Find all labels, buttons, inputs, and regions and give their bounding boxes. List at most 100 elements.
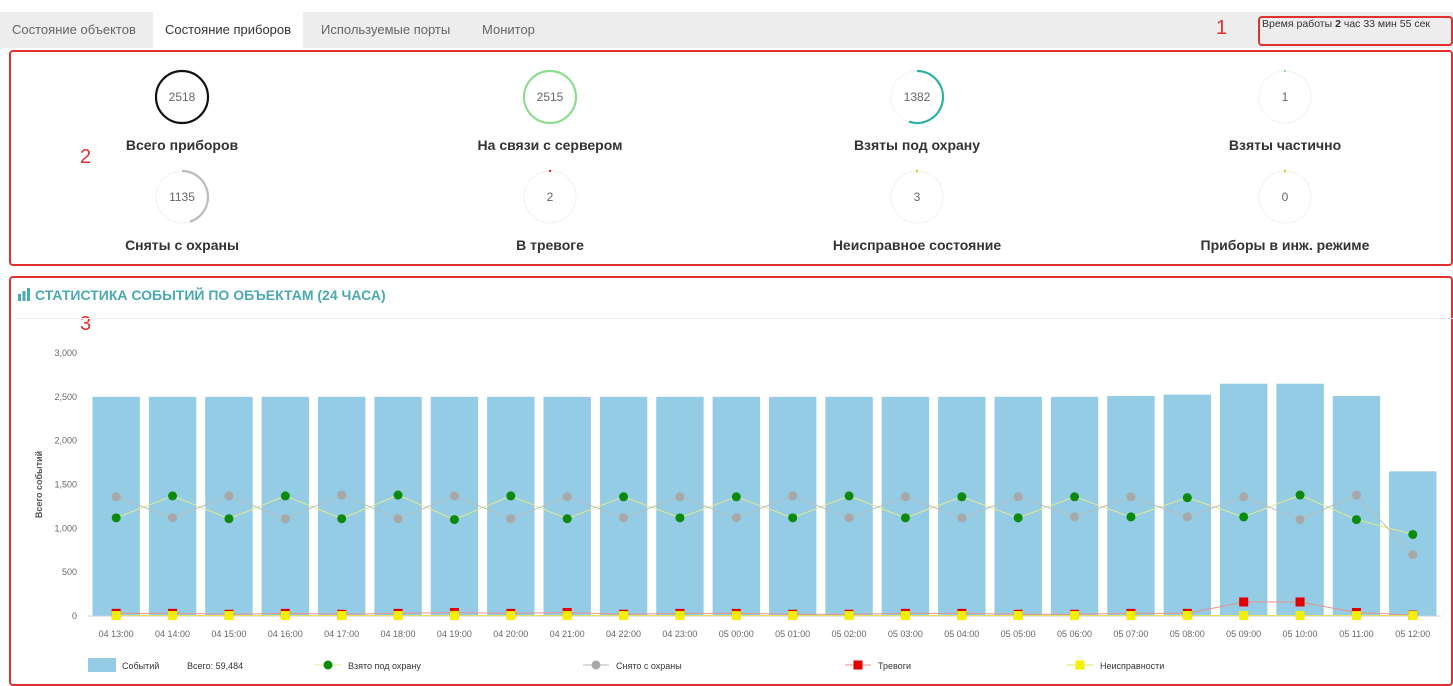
bar xyxy=(599,396,648,616)
bar xyxy=(543,396,591,616)
legend-label: Снято с охраны xyxy=(616,661,682,671)
series-point xyxy=(957,513,967,523)
series-point xyxy=(1070,492,1080,502)
series-point xyxy=(900,513,910,523)
bar xyxy=(1276,383,1324,616)
x-tick-label: 05 00:00 xyxy=(719,629,754,639)
series-point xyxy=(731,492,741,502)
bar xyxy=(1389,471,1437,616)
legend-marker xyxy=(591,660,601,670)
bar xyxy=(148,396,197,616)
series-point xyxy=(280,608,290,618)
series-point xyxy=(111,608,121,618)
series-point xyxy=(675,608,685,618)
series-point xyxy=(168,491,178,501)
series-point xyxy=(1351,515,1361,525)
x-tick-label: 05 10:00 xyxy=(1283,629,1318,639)
tab-monitor[interactable]: Монитор xyxy=(470,12,547,48)
bar xyxy=(656,396,704,616)
x-tick-label: 04 21:00 xyxy=(550,629,585,639)
series-point xyxy=(900,611,910,621)
stat-arc xyxy=(1283,69,1287,73)
tab-used-ports[interactable]: Используемые порты xyxy=(309,12,462,48)
x-tick-label: 05 12:00 xyxy=(1395,629,1430,639)
series-point xyxy=(957,611,967,621)
series-point xyxy=(168,611,178,621)
legend-marker xyxy=(1075,660,1085,670)
y-tick-label: 2,500 xyxy=(54,392,77,402)
bar-chart-icon xyxy=(17,288,32,304)
stat-arc xyxy=(915,169,919,173)
series-point xyxy=(224,514,234,524)
y-tick-label: 0 xyxy=(72,611,77,621)
stat-arc xyxy=(548,169,552,173)
series-point xyxy=(1013,611,1023,621)
divider xyxy=(15,318,1453,319)
stat-label: Сняты с охраны xyxy=(125,237,239,253)
series-point xyxy=(1295,490,1305,500)
chart-title: СТАТИСТИКА СОБЫТИЙ ПО ОБЪЕКТАМ (24 ЧАСА) xyxy=(35,287,386,303)
series-point xyxy=(1126,611,1136,621)
series-point xyxy=(562,611,572,621)
series-point xyxy=(675,513,685,523)
series-point xyxy=(675,492,685,502)
x-tick-label: 04 16:00 xyxy=(268,629,303,639)
stat-label: Неисправное состояние xyxy=(832,237,1002,253)
series-point xyxy=(1126,608,1136,618)
bar xyxy=(487,396,535,616)
x-tick-label: 04 19:00 xyxy=(437,629,472,639)
series-point xyxy=(1295,515,1305,525)
stat-gauge: 2518 xyxy=(154,69,210,125)
series-point xyxy=(1408,610,1418,620)
series-point xyxy=(619,611,629,621)
stat-value: 2 xyxy=(547,190,554,204)
x-tick-label: 04 22:00 xyxy=(606,629,641,639)
series-point xyxy=(280,491,290,501)
stat-gauge: 0 xyxy=(1258,169,1312,224)
stat-gauge: 1135 xyxy=(155,169,210,224)
series-point xyxy=(1013,492,1023,502)
series-point xyxy=(1351,490,1361,500)
stat-value: 1135 xyxy=(169,190,195,204)
series-point xyxy=(449,607,459,617)
series-point xyxy=(111,513,121,523)
x-tick-label: 05 04:00 xyxy=(944,629,979,639)
tab-objects-state[interactable]: Состояние объектов xyxy=(0,12,148,48)
series-point xyxy=(900,608,910,618)
series-point xyxy=(731,611,741,621)
bar xyxy=(1220,383,1268,616)
series-point xyxy=(562,514,572,524)
x-tick-label: 05 08:00 xyxy=(1170,629,1205,639)
tab-devices-state[interactable]: Состояние приборов xyxy=(153,12,304,48)
y-axis-label: Всего событий xyxy=(34,451,44,518)
x-tick-label: 05 11:00 xyxy=(1339,629,1373,639)
series-point xyxy=(337,611,347,621)
legend-label: Тревоги xyxy=(878,661,911,671)
stat-gauge: 2515 xyxy=(522,69,578,125)
series-point xyxy=(619,513,629,523)
series-line xyxy=(116,494,1414,555)
bar xyxy=(261,396,309,616)
bar xyxy=(1332,395,1381,616)
x-tick-label: 05 02:00 xyxy=(832,629,867,639)
legend-marker xyxy=(853,660,863,670)
series-point xyxy=(1239,597,1249,607)
series-point xyxy=(562,607,572,617)
series-point xyxy=(1295,611,1305,621)
uptime-prefix: Время работы xyxy=(1262,18,1333,30)
bar xyxy=(430,396,479,616)
stat-gauge: 3 xyxy=(890,169,944,224)
bar xyxy=(1107,395,1155,616)
series-point xyxy=(1182,493,1192,503)
series-point xyxy=(393,490,403,500)
bar xyxy=(881,396,930,616)
series-point xyxy=(1351,611,1361,621)
series-point xyxy=(788,609,798,619)
series-point xyxy=(1408,529,1418,539)
bar xyxy=(712,396,760,616)
legend-label: Взято под охрану xyxy=(348,661,421,671)
stat-gauge: 2 xyxy=(523,169,577,224)
y-tick-label: 500 xyxy=(62,567,77,577)
series-point xyxy=(788,491,798,501)
stat-value: 2515 xyxy=(537,90,564,104)
